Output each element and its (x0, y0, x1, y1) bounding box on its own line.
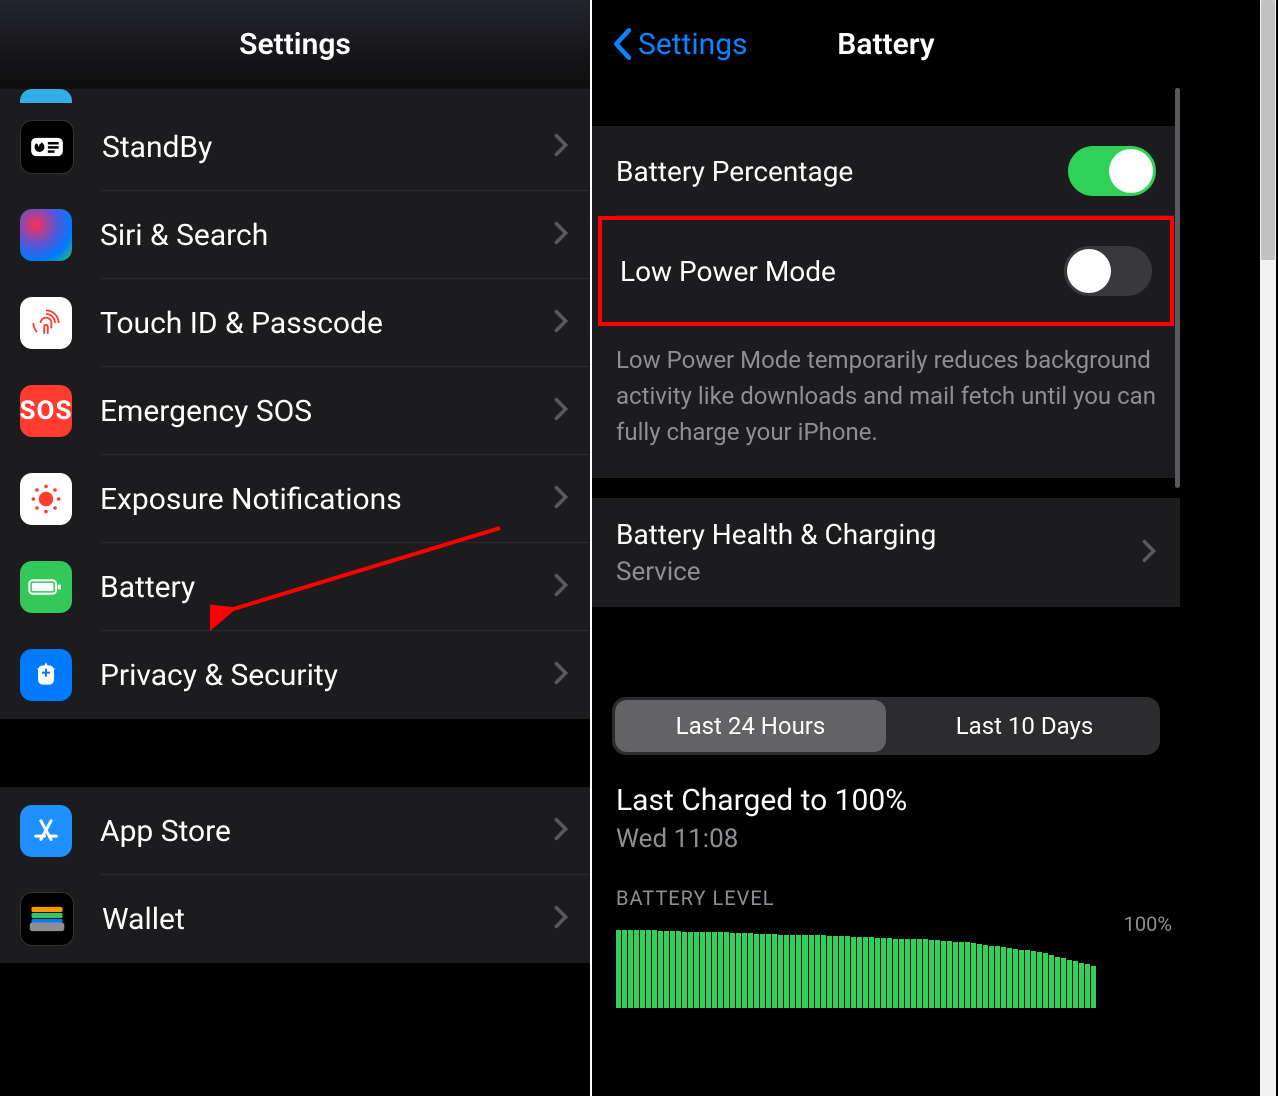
row-clipped-top (0, 89, 590, 103)
chevron-right-icon (554, 133, 568, 161)
battery-health-label: Battery Health & Charging (616, 518, 936, 551)
row-exposure[interactable]: Exposure Notifications (0, 455, 590, 543)
row-label: Battery (100, 570, 554, 605)
row-privacy[interactable]: Privacy & Security (0, 631, 590, 719)
battery-level-label: BATTERY LEVEL (592, 858, 1180, 918)
chevron-right-icon (554, 905, 568, 933)
settings-header: Settings (0, 0, 590, 89)
row-battery-percentage[interactable]: Battery Percentage (592, 126, 1180, 216)
scroll-indicator (1175, 88, 1180, 488)
chevron-right-icon (554, 397, 568, 425)
standby-icon (20, 120, 74, 174)
battery-level-chart: 100% (592, 918, 1180, 1008)
row-standby[interactable]: StandBy (0, 103, 590, 191)
segmented-time-range[interactable]: Last 24 Hours Last 10 Days (612, 697, 1160, 755)
wallet-icon (20, 892, 74, 946)
row-battery[interactable]: Battery (0, 543, 590, 631)
touchid-icon (20, 297, 72, 349)
settings-list-2: App Store Wallet (0, 787, 590, 963)
low-power-mode-description: Low Power Mode temporarily reduces backg… (592, 326, 1180, 478)
clipped-icon (20, 89, 72, 103)
last-charged-title: Last Charged to 100% (616, 783, 1156, 818)
row-label: Touch ID & Passcode (100, 306, 554, 341)
siri-icon (20, 209, 72, 261)
battery-health-sub: Service (616, 557, 936, 587)
low-power-mode-label: Low Power Mode (620, 255, 836, 288)
row-wallet[interactable]: Wallet (0, 875, 590, 963)
back-button[interactable]: Settings (612, 27, 748, 62)
settings-pane: Settings StandBy Siri & Search Touch ID … (0, 0, 592, 1096)
settings-title: Settings (239, 27, 351, 62)
sos-icon: SOS (20, 385, 72, 437)
row-label: Exposure Notifications (100, 482, 554, 517)
seg-10d[interactable]: Last 10 Days (889, 697, 1160, 755)
chevron-right-icon (554, 309, 568, 337)
battery-header: Settings Battery (592, 0, 1180, 88)
privacy-icon (20, 649, 72, 701)
row-label: Wallet (102, 902, 554, 937)
appstore-icon (20, 805, 72, 857)
row-appstore[interactable]: App Store (0, 787, 590, 875)
last-charged: Last Charged to 100% Wed 11:08 (592, 775, 1180, 858)
row-battery-health[interactable]: Battery Health & Charging Service (592, 498, 1180, 607)
row-low-power-mode[interactable]: Low Power Mode (602, 220, 1170, 322)
settings-list-1: StandBy Siri & Search Touch ID & Passcod… (0, 103, 590, 719)
battery-percentage-toggle[interactable] (1068, 146, 1156, 196)
battery-pane: Settings Battery Battery Percentage Low … (592, 0, 1180, 1096)
chart-y-100: 100% (1124, 912, 1172, 936)
chevron-right-icon (554, 485, 568, 513)
exposure-icon (20, 473, 72, 525)
back-label: Settings (638, 27, 748, 62)
chevron-right-icon (554, 817, 568, 845)
last-charged-time: Wed 11:08 (616, 824, 1156, 854)
chevron-right-icon (554, 661, 568, 689)
row-label: App Store (100, 814, 554, 849)
row-label: Siri & Search (100, 218, 554, 253)
row-touchid[interactable]: Touch ID & Passcode (0, 279, 590, 367)
row-label: Privacy & Security (100, 658, 554, 693)
battery-percentage-label: Battery Percentage (616, 155, 853, 188)
annotation-highlight-lpm: Low Power Mode (598, 216, 1174, 326)
seg-24h[interactable]: Last 24 Hours (615, 700, 886, 752)
row-sos[interactable]: SOS Emergency SOS (0, 367, 590, 455)
chevron-right-icon (1142, 539, 1156, 567)
battery-icon (20, 561, 72, 613)
low-power-mode-toggle[interactable] (1064, 246, 1152, 296)
page-scrollbar[interactable] (1260, 0, 1276, 1096)
chevron-right-icon (554, 221, 568, 249)
row-siri[interactable]: Siri & Search (0, 191, 590, 279)
row-label: StandBy (102, 130, 554, 165)
battery-title: Battery (837, 27, 934, 62)
chevron-right-icon (554, 573, 568, 601)
row-label: Emergency SOS (100, 394, 554, 429)
